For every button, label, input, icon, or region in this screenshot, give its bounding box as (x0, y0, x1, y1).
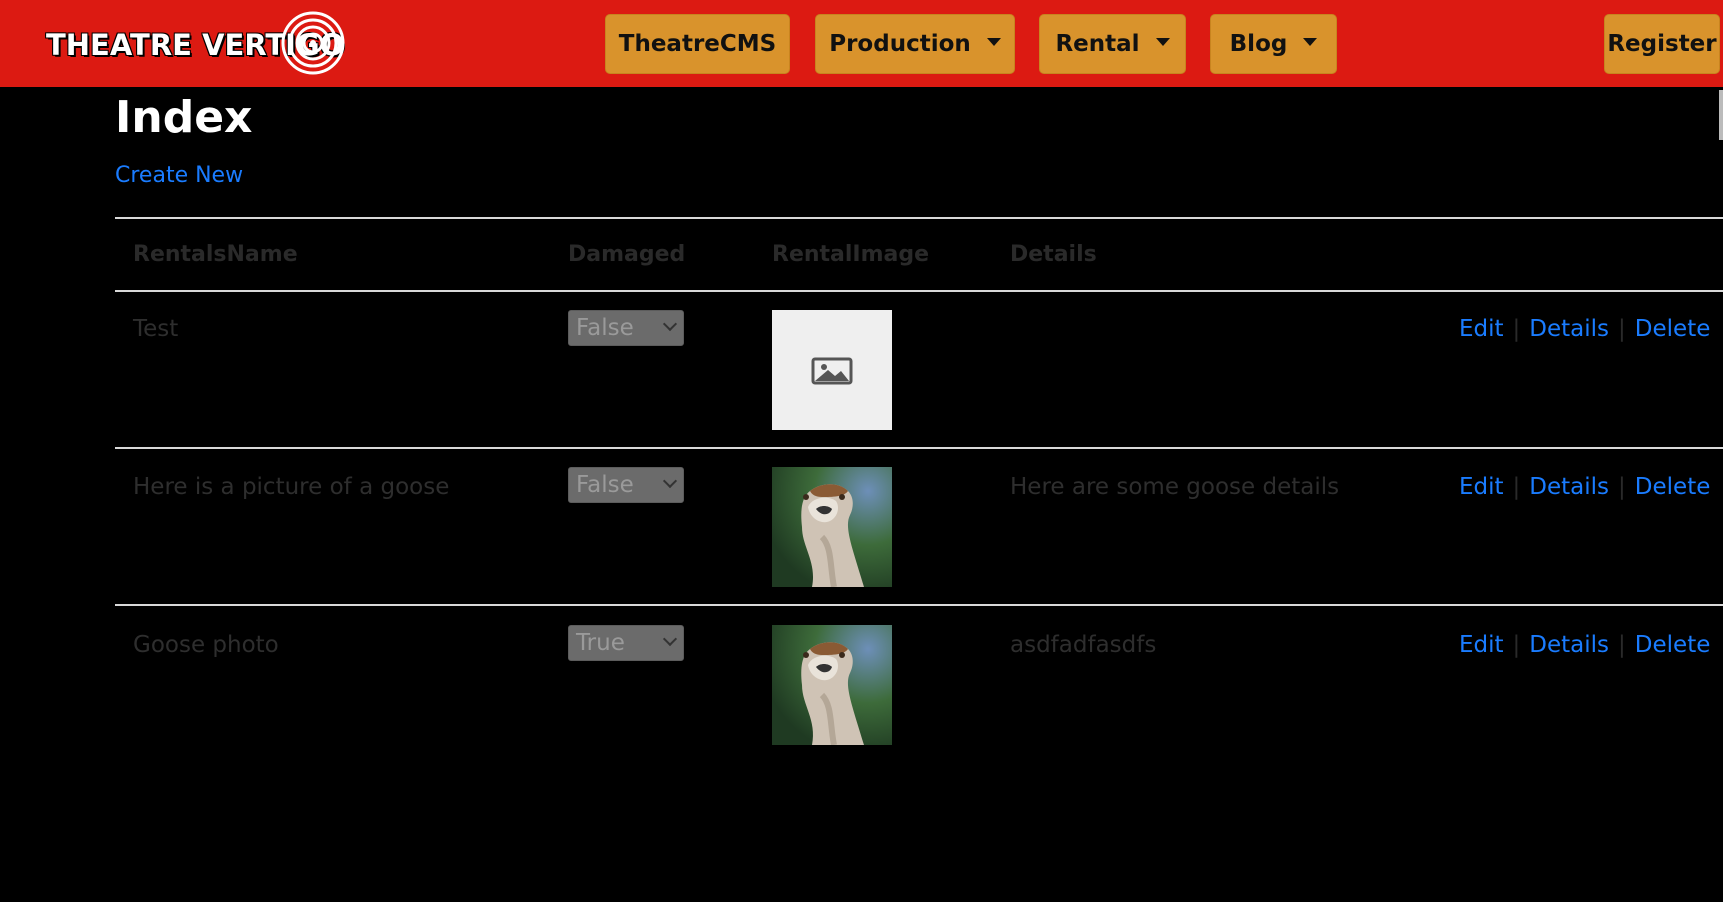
edit-link[interactable]: Edit (1459, 632, 1504, 658)
separator: | (1512, 474, 1521, 500)
edit-link[interactable]: Edit (1459, 316, 1504, 342)
nav-production-dropdown[interactable]: Production (815, 14, 1015, 74)
image-placeholder-icon (811, 357, 853, 385)
details-link[interactable]: Details (1529, 632, 1609, 658)
row-actions: Edit | Details | Delete (1459, 632, 1710, 658)
damaged-select[interactable]: False (568, 467, 684, 503)
separator: | (1618, 632, 1626, 658)
chevron-down-icon (662, 473, 678, 489)
scrollbar[interactable] (1719, 90, 1723, 140)
rental-image-goose (772, 625, 892, 745)
nav-rental-dropdown[interactable]: Rental (1039, 14, 1186, 74)
damaged-select[interactable]: True (568, 625, 684, 661)
nav-rental-label: Rental (1055, 31, 1140, 57)
nav-production-label: Production (829, 31, 971, 57)
spiral-logo-icon (281, 11, 345, 75)
create-new-link[interactable]: Create New (115, 163, 243, 188)
delete-link[interactable]: Delete (1635, 632, 1711, 658)
header-details: Details (1010, 242, 1097, 267)
chevron-down-icon (662, 631, 678, 647)
row-actions: Edit | Details | Delete (1459, 316, 1710, 342)
table-header-border (115, 290, 1723, 292)
caret-down-icon (986, 38, 1001, 46)
nav-theatrecms-label: TheatreCMS (618, 31, 777, 57)
rental-name: Goose photo (133, 632, 279, 658)
nav-blog-dropdown[interactable]: Blog (1210, 14, 1337, 74)
details-link[interactable]: Details (1529, 316, 1609, 342)
rental-details: Here are some goose details (1010, 474, 1340, 500)
rental-name: Here is a picture of a goose (133, 474, 450, 500)
row-divider (115, 604, 1723, 606)
rental-image-goose (772, 467, 892, 587)
edit-link[interactable]: Edit (1459, 474, 1504, 500)
header-rentalsname: RentalsName (133, 242, 298, 267)
damaged-value: False (576, 315, 634, 341)
rental-details: asdfadfasdfs (1010, 632, 1157, 658)
nav-blog-label: Blog (1229, 31, 1288, 57)
goose-photo (772, 467, 892, 587)
navbar: THEATRE VERTIGO TheatreCMS Production Re… (0, 0, 1723, 87)
damaged-value: True (576, 630, 625, 656)
row-actions: Edit | Details | Delete (1459, 474, 1710, 500)
header-damaged: Damaged (568, 242, 686, 267)
damaged-select[interactable]: False (568, 310, 684, 346)
rental-image-placeholder (772, 310, 892, 430)
nav-theatrecms[interactable]: TheatreCMS (605, 14, 790, 74)
goose-photo (772, 625, 892, 745)
rental-name: Test (133, 316, 179, 342)
table-top-border (115, 217, 1723, 219)
page-title: Index (115, 92, 253, 143)
register-label: Register (1607, 31, 1717, 57)
separator: | (1512, 316, 1521, 342)
register-button[interactable]: Register (1604, 14, 1720, 74)
theatre-vertigo-logo[interactable]: THEATRE VERTIGO (44, 10, 354, 76)
separator: | (1512, 632, 1521, 658)
details-link[interactable]: Details (1529, 474, 1609, 500)
damaged-value: False (576, 472, 634, 498)
separator: | (1618, 474, 1626, 500)
header-rentalimage: RentalImage (772, 242, 930, 267)
delete-link[interactable]: Delete (1635, 316, 1711, 342)
chevron-down-icon (662, 316, 678, 332)
row-divider (115, 447, 1723, 449)
separator: | (1618, 316, 1626, 342)
caret-down-icon (1303, 38, 1318, 46)
delete-link[interactable]: Delete (1635, 474, 1711, 500)
caret-down-icon (1155, 38, 1170, 46)
